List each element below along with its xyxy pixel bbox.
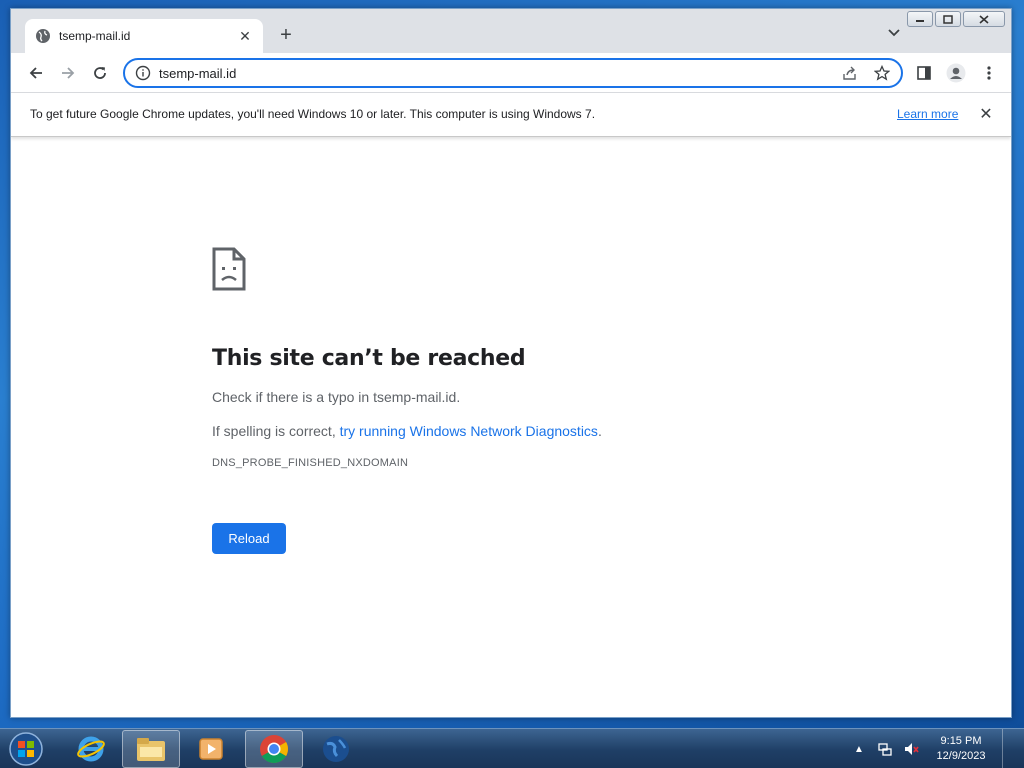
typo-suffix: .	[456, 389, 461, 405]
media-player-icon	[199, 738, 223, 760]
taskbar-internet-explorer[interactable]	[62, 730, 120, 768]
system-tray: ▲ 9:15 PM 12/9/2023	[850, 729, 1014, 768]
show-hidden-icons-icon[interactable]: ▲	[850, 740, 868, 758]
reload-button[interactable]: Reload	[212, 523, 286, 554]
reload-toolbar-button[interactable]	[88, 61, 112, 85]
share-button[interactable]	[841, 64, 859, 82]
internet-explorer-icon	[77, 736, 105, 762]
typo-hint: Check if there is a typo in tsemp-mail.i…	[212, 389, 772, 405]
error-heading: This site can’t be reached	[212, 346, 526, 371]
globe-icon	[36, 29, 50, 43]
sad-document-icon	[212, 247, 246, 291]
tab-search-icon[interactable]	[885, 27, 903, 45]
star-icon	[874, 65, 890, 81]
network-icon[interactable]	[876, 740, 894, 758]
url-input[interactable]	[159, 65, 827, 81]
error-code: DNS_PROBE_FINISHED_NXDOMAIN	[212, 457, 409, 469]
back-button[interactable]	[24, 61, 48, 85]
spelling-hint: If spelling is correct, try running Wind…	[212, 423, 772, 439]
browser-window: tsemp-mail.id ✕ + tsemp-mail.id To get f…	[10, 8, 1012, 718]
network-diagnostics-link[interactable]: try running Windows Network Diagnostics	[340, 423, 598, 439]
taskbar-chrome[interactable]	[245, 730, 303, 768]
close-window-button[interactable]	[963, 11, 1005, 27]
window-controls	[907, 11, 1005, 27]
site-info-icon[interactable]	[135, 65, 151, 81]
close-infobar-icon[interactable]: ✕	[977, 104, 995, 123]
clock[interactable]: 9:15 PM 12/9/2023	[928, 734, 994, 764]
forward-button[interactable]	[56, 61, 80, 85]
profile-button[interactable]	[944, 61, 968, 85]
typo-domain: tsemp-mail.id	[373, 389, 457, 405]
start-button[interactable]	[6, 730, 46, 768]
learn-more-link[interactable]: Learn more	[897, 107, 958, 121]
chrome-icon	[260, 735, 288, 763]
show-desktop-button[interactable]	[1002, 729, 1014, 768]
refresh-icon	[94, 67, 106, 79]
volume-muted-icon[interactable]	[902, 740, 920, 758]
maximize-button[interactable]	[935, 11, 961, 27]
clock-date: 12/9/2023	[936, 750, 986, 762]
back-arrow-icon	[29, 67, 42, 79]
avatar-icon	[946, 63, 966, 83]
file-explorer-icon	[137, 738, 165, 761]
address-bar[interactable]	[123, 58, 903, 88]
spelling-prefix: If spelling is correct,	[212, 423, 340, 439]
update-infobar: To get future Google Chrome updates, you…	[11, 93, 1011, 137]
close-tab-icon[interactable]: ✕	[237, 28, 253, 45]
more-vert-icon	[987, 66, 991, 80]
minimize-button[interactable]	[907, 11, 933, 27]
taskbar-file-explorer[interactable]	[122, 730, 180, 768]
windows-start-orb-icon	[9, 732, 43, 766]
browser-toolbar	[11, 53, 1011, 93]
taskbar-media-player[interactable]	[182, 730, 240, 768]
share-icon	[843, 66, 856, 80]
taskbar-globe-app[interactable]	[307, 730, 365, 768]
tab-strip: tsemp-mail.id ✕ +	[11, 9, 1011, 53]
forward-arrow-icon	[62, 67, 75, 79]
clock-time: 9:15 PM	[940, 735, 982, 747]
tab-active[interactable]: tsemp-mail.id ✕	[25, 19, 263, 53]
tab-title: tsemp-mail.id	[59, 29, 131, 43]
bookmark-button[interactable]	[873, 64, 891, 82]
error-page: This site can’t be reached Check if ther…	[212, 247, 772, 554]
menu-button[interactable]	[977, 61, 1001, 85]
spelling-suffix: .	[597, 423, 602, 439]
infobar-message: To get future Google Chrome updates, you…	[30, 107, 596, 121]
globe-icon	[323, 736, 349, 762]
side-panel-icon	[917, 66, 931, 80]
new-tab-button[interactable]: +	[275, 25, 297, 47]
typo-prefix: Check if there is a typo in	[212, 389, 374, 405]
taskbar: ▲ 9:15 PM 12/9/2023	[0, 728, 1024, 768]
side-panel-button[interactable]	[912, 61, 936, 85]
